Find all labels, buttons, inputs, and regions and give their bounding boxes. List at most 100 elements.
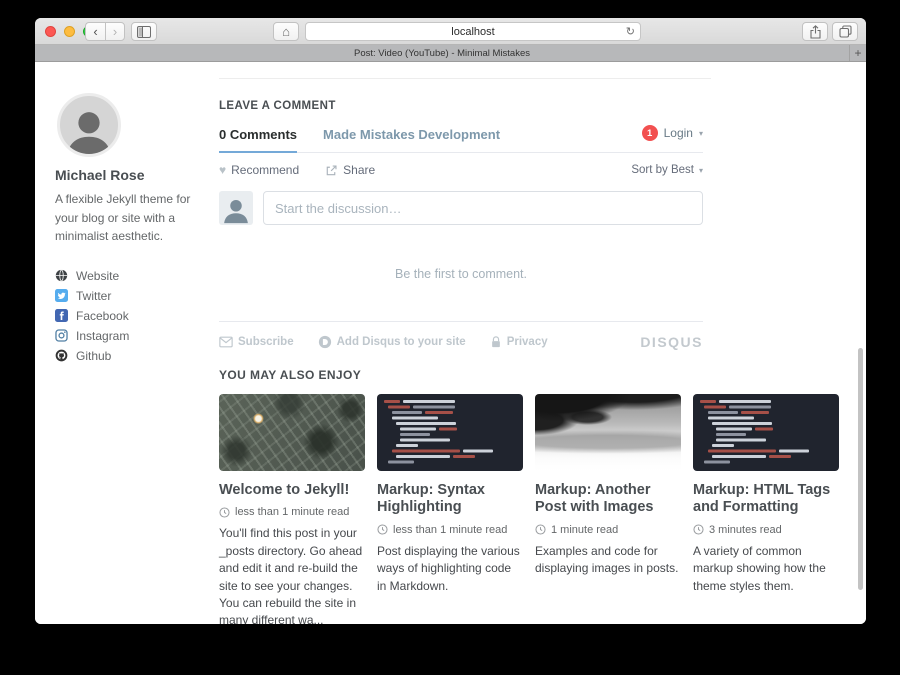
add-disqus-label: Add Disqus to your site: [337, 336, 466, 348]
comments-section: LEAVE A COMMENT 0 Comments Made Mistakes…: [219, 62, 703, 349]
tabs-icon: [839, 25, 852, 38]
share-arrow-icon: [325, 164, 338, 177]
author-link-website[interactable]: Website: [55, 266, 210, 286]
post-excerpt: A variety of common markup showing how t…: [693, 543, 839, 595]
share-page-button[interactable]: [802, 22, 828, 41]
post-meta: 3 minutes read: [693, 524, 839, 536]
post-thumbnail-code-screenshot[interactable]: [377, 394, 523, 471]
disqus-tabs: 0 Comments Made Mistakes Development 1 L…: [219, 127, 703, 153]
privacy-label: Privacy: [507, 336, 548, 348]
code-lines-decoration: [377, 394, 523, 471]
related-post-card: Markup: HTML Tags and Formatting 3 minut…: [693, 394, 839, 624]
privacy-link[interactable]: Privacy: [490, 335, 548, 349]
author-link-label: Github: [76, 349, 111, 363]
author-links: Website Twitter Facebook Instagram: [55, 266, 210, 366]
globe-icon: [55, 269, 68, 282]
minimize-window-button[interactable]: [64, 26, 75, 37]
author-link-label: Facebook: [76, 309, 129, 323]
login-control[interactable]: 1 Login ▾: [642, 125, 703, 141]
show-tabs-button[interactable]: [832, 22, 858, 41]
browser-toolbar: ‹ › ⌂ localhost ↻: [35, 18, 866, 45]
home-button[interactable]: ⌂: [273, 22, 299, 41]
page-content: Michael Rose A flexible Jekyll theme for…: [35, 62, 866, 624]
commenter-avatar: [219, 191, 253, 225]
related-post-card: Markup: Another Post with Images 1 minut…: [535, 394, 681, 624]
post-meta: less than 1 minute read: [377, 524, 523, 536]
twitter-icon: [55, 289, 68, 302]
post-title[interactable]: Markup: Syntax Highlighting: [377, 482, 523, 517]
forward-button[interactable]: ›: [105, 22, 125, 41]
post-title[interactable]: Markup: Another Post with Images: [535, 482, 681, 517]
comment-input[interactable]: [263, 191, 703, 225]
active-tab[interactable]: Post: Video (YouTube) - Minimal Mistakes: [35, 45, 849, 61]
post-meta: less than 1 minute read: [219, 506, 365, 518]
subscribe-link[interactable]: Subscribe: [219, 336, 294, 348]
reload-icon: ↻: [626, 25, 635, 38]
post-excerpt: Examples and code for displaying images …: [535, 543, 681, 578]
author-bio: A flexible Jekyll theme for your blog or…: [55, 190, 210, 246]
new-tab-button[interactable]: +: [849, 45, 866, 61]
clock-icon: [377, 524, 388, 535]
comments-heading: LEAVE A COMMENT: [219, 62, 703, 112]
back-icon: ‹: [93, 25, 97, 38]
author-link-twitter[interactable]: Twitter: [55, 286, 210, 306]
comment-compose: [219, 191, 703, 225]
post-thumbnail-fog-photo[interactable]: [535, 394, 681, 471]
recommend-button[interactable]: Recommend: [231, 163, 299, 177]
post-title[interactable]: Welcome to Jekyll!: [219, 482, 365, 499]
share-button[interactable]: Share: [343, 163, 375, 177]
author-link-facebook[interactable]: Facebook: [55, 306, 210, 326]
github-icon: [55, 349, 68, 362]
read-time: 3 minutes read: [709, 524, 782, 536]
author-link-label: Website: [76, 269, 119, 283]
address-bar[interactable]: localhost ↻: [305, 22, 641, 41]
disqus-actions: ♥ Recommend Share Sort by Best ▾: [219, 161, 703, 179]
disqus-bubble-icon: [318, 335, 332, 349]
post-title[interactable]: Markup: HTML Tags and Formatting: [693, 482, 839, 517]
home-icon: ⌂: [282, 24, 290, 39]
facebook-icon: [55, 309, 68, 322]
desktop-background: ‹ › ⌂ localhost ↻ Post: Video (YouTube) …: [0, 0, 900, 675]
post-thumbnail-code-screenshot[interactable]: [693, 394, 839, 471]
notification-badge: 1: [642, 125, 658, 141]
tab-comment-count[interactable]: 0 Comments: [219, 127, 297, 153]
related-post-card: Welcome to Jekyll! less than 1 minute re…: [219, 394, 365, 624]
related-posts-section: YOU MAY ALSO ENJOY Welcome to Jekyll! le…: [219, 368, 841, 624]
empty-comments-message: Be the first to comment.: [219, 267, 703, 281]
author-profile: Michael Rose A flexible Jekyll theme for…: [55, 93, 210, 366]
clock-icon: [219, 507, 230, 518]
clock-icon: [693, 524, 704, 535]
add-disqus-link[interactable]: Add Disqus to your site: [318, 335, 466, 349]
author-link-github[interactable]: Github: [55, 346, 210, 366]
sidebar-icon: [137, 26, 151, 38]
person-icon: [221, 195, 251, 225]
sidebar-toggle-button[interactable]: [131, 22, 157, 41]
sort-label: Sort by Best: [631, 164, 694, 176]
post-thumbnail-moss-photo[interactable]: [219, 394, 365, 471]
person-icon: [60, 102, 118, 157]
lock-icon: [490, 335, 502, 349]
safari-window: ‹ › ⌂ localhost ↻ Post: Video (YouTube) …: [35, 18, 866, 624]
disqus-logo[interactable]: DISQUS: [640, 334, 703, 350]
plus-icon: +: [854, 46, 861, 60]
reload-button[interactable]: ↻: [626, 23, 635, 40]
code-lines-decoration: [693, 394, 839, 471]
login-label: Login: [664, 126, 693, 140]
sort-control[interactable]: Sort by Best ▾: [631, 164, 703, 176]
related-cards: Welcome to Jekyll! less than 1 minute re…: [219, 394, 841, 624]
scrollbar-thumb[interactable]: [858, 348, 863, 590]
close-window-button[interactable]: [45, 26, 56, 37]
author-avatar: [57, 93, 121, 157]
read-time: less than 1 minute read: [393, 524, 507, 536]
post-excerpt: Post displaying the various ways of high…: [377, 543, 523, 595]
back-button[interactable]: ‹: [85, 22, 105, 41]
read-time: 1 minute read: [551, 524, 618, 536]
post-meta: 1 minute read: [535, 524, 681, 536]
author-link-instagram[interactable]: Instagram: [55, 326, 210, 346]
related-post-card: Markup: Syntax Highlighting less than 1 …: [377, 394, 523, 624]
url-text: localhost: [451, 26, 494, 38]
forward-icon: ›: [113, 25, 117, 38]
chevron-down-icon: ▾: [699, 166, 703, 175]
read-time: less than 1 minute read: [235, 506, 349, 518]
tab-community-name[interactable]: Made Mistakes Development: [323, 127, 500, 142]
